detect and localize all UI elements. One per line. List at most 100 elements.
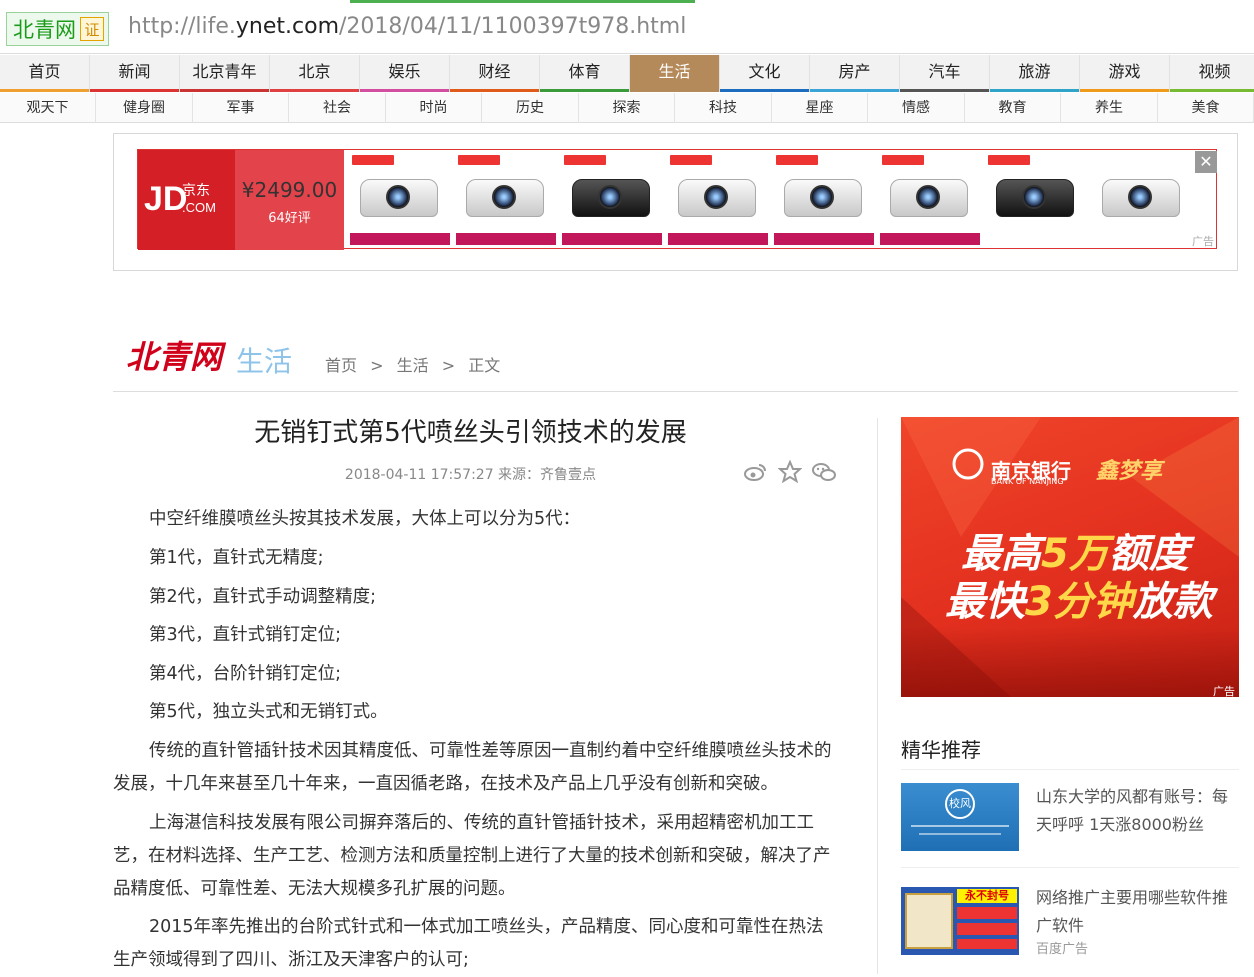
header-divider [113,391,1238,392]
picks-divider [901,769,1239,770]
ad-close-button[interactable]: ✕ [1195,151,1217,173]
pick-thumbnail[interactable]: 永不封号 [901,887,1019,955]
breadcrumb-separator: > [370,356,384,375]
section-title[interactable]: 生活 [236,340,292,380]
ynet-logo[interactable]: 北青网 [126,332,222,378]
top-ad-mark: 广告 [1192,235,1214,248]
nav-item[interactable]: 新闻 [90,55,180,92]
article-paragraph: 第3代，直针式销钉定位; [149,625,342,645]
jd-price-block[interactable]: ¥2499.00 64好评 [235,150,344,250]
subnav-item[interactable]: 科技 [676,93,772,123]
share-bar [744,459,836,484]
subnav-item[interactable]: 情感 [869,93,965,123]
pick-thumbnail-label: 校风 [945,789,975,819]
jd-reviews: 64好评 [268,211,311,226]
subnav-item[interactable]: 时尚 [386,93,482,123]
nav-item[interactable]: 北京青年 [180,55,270,92]
subnav-item[interactable]: 探索 [579,93,675,123]
projector-lens-icon [1022,185,1046,209]
nav-item-label: 游戏 [1108,62,1141,81]
jd-banner-ad[interactable]: JD 京东 .COM ¥2499.00 64好评 [137,149,1217,250]
subnav-item[interactable]: 军事 [193,93,289,123]
pick-link[interactable]: 网络推广主要用哪些软件推广软件 [1036,884,1236,940]
certificate-icon[interactable]: 证 [80,17,104,41]
article-paragraph: 上海湛信科技发展有限公司摒弃落后的、传统的直针管插针技术，采用超精密机加工工艺，… [113,813,831,899]
ad-product[interactable] [984,153,1088,247]
bank-side-ad[interactable]: 南京银行 BANK OF NANJING 鑫梦享 最高5万额度 最快3分钟放款 … [901,417,1239,697]
nav-item-label: 房产 [838,62,871,81]
ad-product[interactable] [348,153,452,247]
product-name: 鑫梦享 [1096,459,1163,484]
nav-item-underline [180,89,269,92]
nav-item[interactable]: 房产 [810,55,900,92]
pick-thumbnail-label: 永不封号 [957,889,1017,903]
ad-product[interactable] [666,153,770,247]
nav-item-label: 体育 [568,62,601,81]
article-paragraph: 传统的直针管插针技术因其精度低、可靠性差等原因一直制约着中空纤维膜喷丝头技术的发… [113,741,832,794]
nav-item[interactable]: 文化 [720,55,810,92]
nav-item-underline [630,89,719,92]
pick-thumbnail[interactable]: 校风 [901,783,1019,851]
nav-item[interactable]: 汽车 [900,55,990,92]
nav-item[interactable]: 娱乐 [360,55,450,92]
url-path: /2018/04/11/1100397t978.html [339,14,687,39]
nav-item-label: 新闻 [118,62,151,81]
nav-item[interactable]: 旅游 [990,55,1080,92]
article-paragraph: 第5代，独立头式和无销钉式。 [149,702,388,722]
article-paragraph: 第1代，直针式无精度; [149,548,324,568]
nav-item[interactable]: 游戏 [1080,55,1170,92]
nav-item-label: 首页 [28,62,61,81]
subnav-item[interactable]: 观天下 [0,93,96,123]
subnav-item[interactable]: 社会 [290,93,386,123]
projector-lens-icon [598,185,622,209]
wechat-icon[interactable] [812,460,836,484]
nav-item-underline [540,89,629,92]
nav-item[interactable]: 生活 [630,55,720,92]
nav-item-underline [990,89,1079,92]
url-field[interactable]: http://life.ynet.com/2018/04/11/1100397t… [128,14,686,39]
breadcrumb-section[interactable]: 生活 [397,356,429,375]
nav-item[interactable]: 北京 [270,55,360,92]
site-identity-badge[interactable]: 北青网 证 [6,12,109,46]
nav-item[interactable]: 体育 [540,55,630,92]
subnav-item[interactable]: 健身圈 [97,93,193,123]
nav-item-label: 旅游 [1018,62,1051,81]
breadcrumb-home[interactable]: 首页 [325,356,357,375]
subnav-item[interactable]: 星座 [772,93,868,123]
subnav-item[interactable]: 养生 [1062,93,1158,123]
ad-product[interactable] [560,153,664,247]
nav-item-underline [0,89,89,92]
favorite-star-icon[interactable] [777,459,803,484]
ad-product[interactable] [878,153,982,247]
nav-item-underline [270,89,359,92]
projector-lens-icon [916,185,940,209]
subnav-item[interactable]: 美食 [1158,93,1254,123]
projector-lens-icon [810,185,834,209]
nav-item-label: 北京青年 [192,62,257,81]
pick-divider [901,867,1239,868]
featured-picks-title: 精华推荐 [901,738,981,762]
ad-product[interactable] [772,153,876,247]
nav-item-underline [720,89,809,92]
bank-name-en: BANK OF NANJING [991,477,1064,486]
breadcrumb: 首页 > 生活 > 正文 [325,352,508,376]
nav-item-label: 娱乐 [388,62,421,81]
projector-lens-icon [704,185,728,209]
pick-link[interactable]: 山东大学的风都有账号：每天呼呼 1天涨8000粉丝 [1036,783,1236,839]
nav-item-label: 汽车 [928,62,961,81]
breadcrumb-separator: > [441,356,456,375]
jd-logo[interactable]: JD 京东 .COM [138,150,235,250]
nav-item[interactable]: 财经 [450,55,540,92]
ad-product[interactable] [454,153,558,247]
projector-lens-icon [386,185,410,209]
nav-item[interactable]: 首页 [0,55,90,92]
nav-item[interactable]: 视频 [1170,55,1254,92]
projector-lens-icon [1128,185,1152,209]
weibo-icon[interactable] [744,460,768,484]
ad-product[interactable] [1090,153,1194,247]
breadcrumb-current: 正文 [468,356,501,375]
article-title: 无销钉式第5代喷丝头引领技术的发展 [254,418,687,448]
nav-item-underline [1080,89,1169,92]
subnav-item[interactable]: 教育 [965,93,1061,123]
subnav-item[interactable]: 历史 [483,93,579,123]
